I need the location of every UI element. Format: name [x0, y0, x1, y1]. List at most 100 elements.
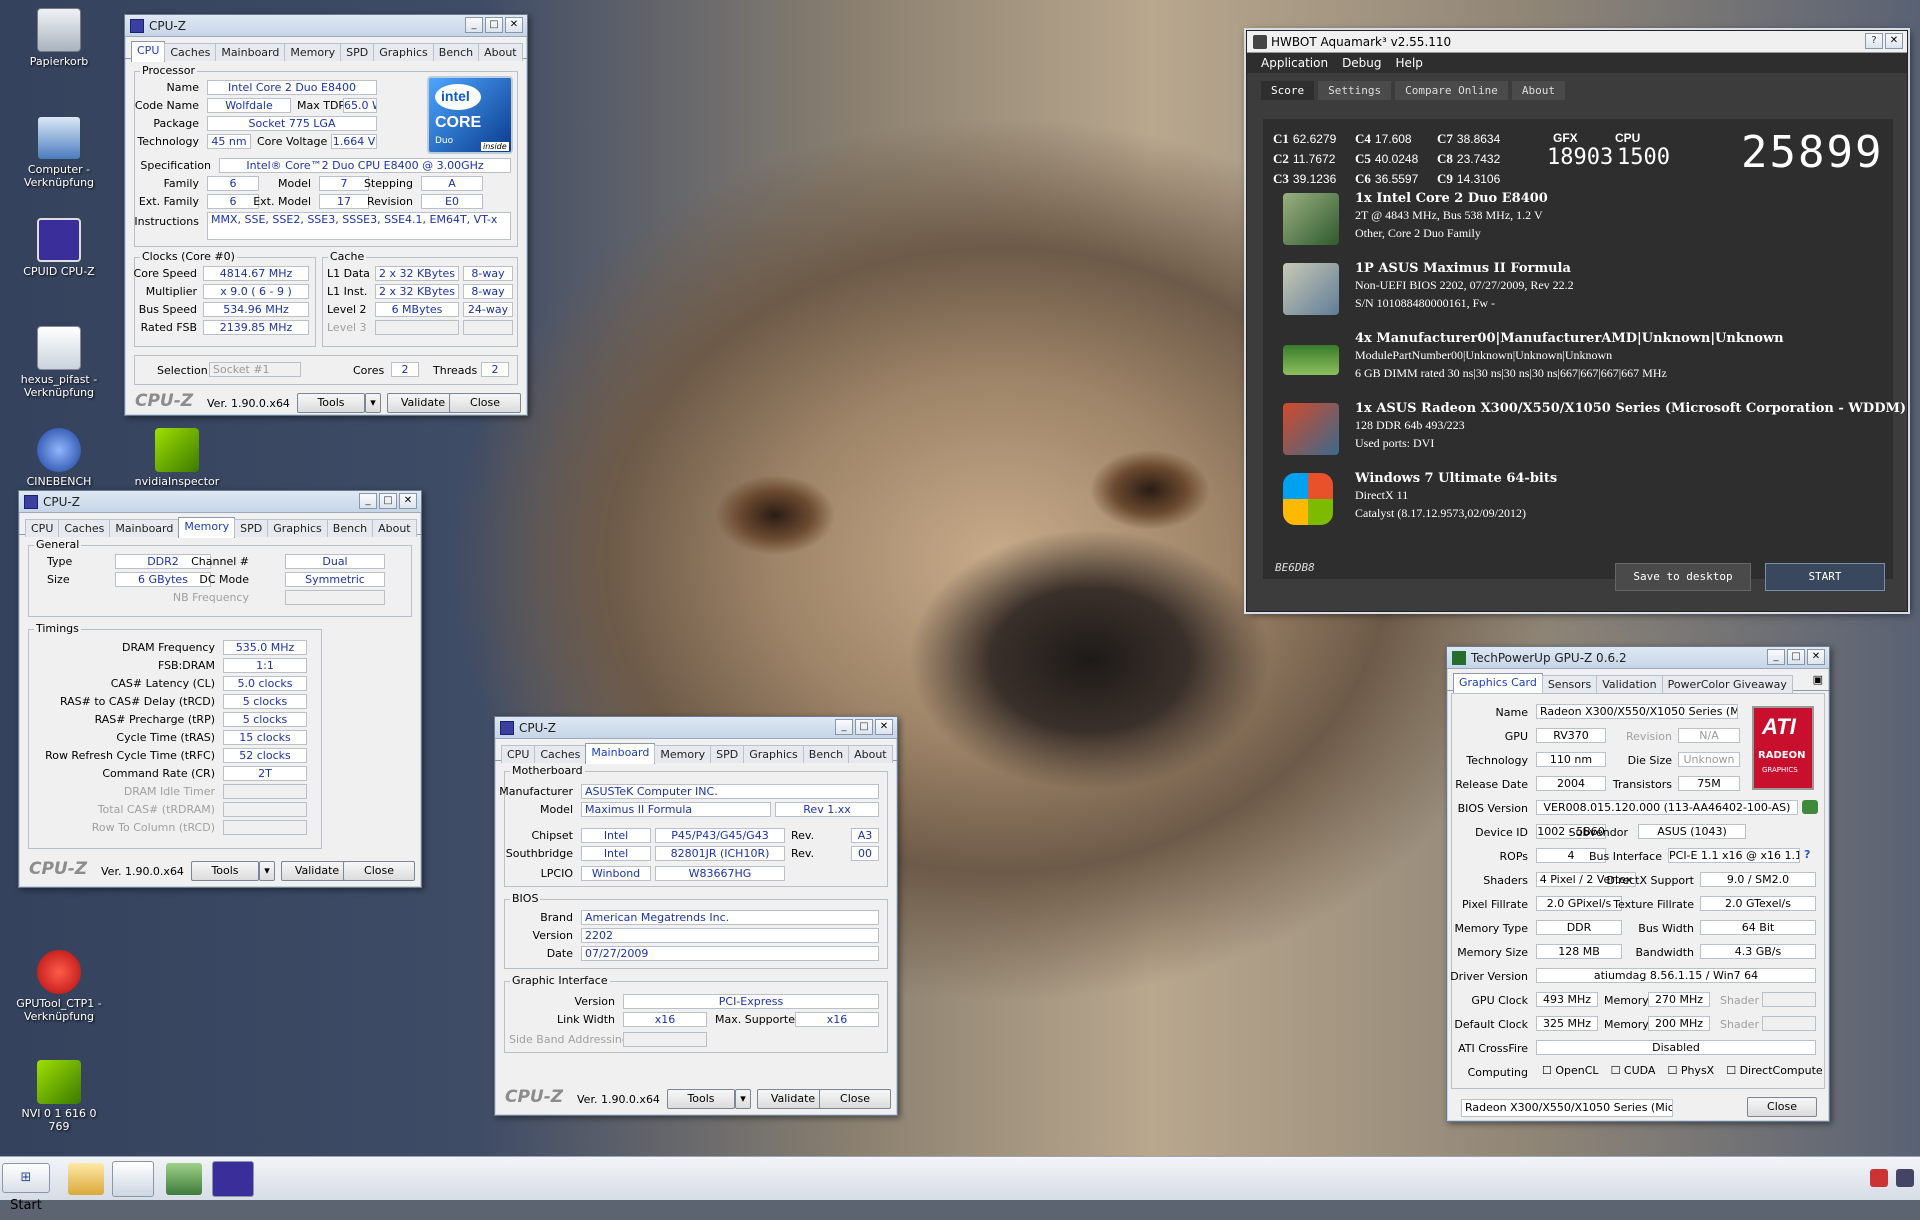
gi-version-value: PCI-Express	[623, 994, 879, 1009]
crossfire-label: ATI CrossFire	[1458, 1042, 1528, 1055]
save-to-desktop-button[interactable]: Save to desktop	[1615, 563, 1751, 591]
desktop-icon-recycle-bin[interactable]: Papierkorb	[14, 8, 104, 68]
maximize-button[interactable]: □	[485, 17, 503, 33]
tab-spd[interactable]: SPD	[710, 745, 745, 763]
tab-powercolor-giveaway[interactable]: PowerColor Giveaway	[1661, 675, 1793, 693]
tools-button[interactable]: Tools	[191, 861, 259, 881]
tab-score[interactable]: Score	[1261, 81, 1315, 100]
tray-icon[interactable]	[1896, 1169, 1914, 1187]
tab-memory[interactable]: Memory	[654, 745, 712, 763]
minimize-button[interactable]: _	[359, 493, 377, 509]
desktop-icon-computer[interactable]: Computer - Verknüpfung	[14, 116, 104, 189]
bios-save-icon[interactable]	[1802, 800, 1818, 814]
gpu-select-dropdown[interactable]: Radeon X300/X550/X1050 Series (Micro	[1461, 1099, 1673, 1117]
tab-memory[interactable]: Memory	[178, 517, 236, 538]
hw-line: 128 DDR 64b 493/223	[1355, 418, 1465, 432]
close-window-button[interactable]: ✕	[399, 493, 417, 509]
tools-dropdown-button[interactable]: ▾	[735, 1089, 751, 1109]
start-menu-button[interactable]: ⊞ Start	[2, 1163, 50, 1213]
tab-mainboard[interactable]: Mainboard	[585, 743, 656, 764]
physx-checkbox[interactable]: ☐ PhysX	[1667, 1064, 1714, 1077]
tab-caches[interactable]: Caches	[58, 519, 111, 537]
tab-compare-online[interactable]: Compare Online	[1395, 81, 1508, 100]
tab-mainboard[interactable]: Mainboard	[215, 43, 286, 61]
desktop-icon-nvi[interactable]: NVI 0 1 616 0 769	[14, 1060, 104, 1133]
menu-debug[interactable]: Debug	[1342, 56, 1381, 70]
subscore-item: C9 14.3106	[1437, 171, 1500, 187]
tab-about[interactable]: About	[1511, 81, 1565, 100]
tab-about[interactable]: About	[848, 745, 893, 763]
desktop-icon-pifast[interactable]: hexus_pifast - Verknüpfung	[14, 326, 104, 399]
explorer-taskbar-icon[interactable]	[68, 1163, 104, 1195]
tray-icon[interactable]	[1870, 1169, 1888, 1187]
close-window-button[interactable]: ✕	[505, 17, 523, 33]
window-titlebar[interactable]: CPU-Z _ □ ✕	[125, 15, 527, 37]
close-button[interactable]: Close	[1747, 1097, 1817, 1117]
cores-label: Cores	[353, 364, 385, 377]
camera-icon[interactable]: ▣	[1813, 673, 1823, 690]
maximize-button[interactable]: □	[379, 493, 397, 509]
cuda-checkbox[interactable]: ☐ CUDA	[1611, 1064, 1656, 1077]
minimize-button[interactable]: _	[465, 17, 483, 33]
tab-about[interactable]: About	[478, 43, 523, 61]
tools-button[interactable]: Tools	[667, 1089, 735, 1109]
bus-interface-help-icon[interactable]: ?	[1804, 848, 1810, 861]
tab-graphics[interactable]: Graphics	[267, 519, 328, 537]
desktop-icon-cpuz[interactable]: CPUID CPU-Z	[14, 218, 104, 278]
tab-about[interactable]: About	[372, 519, 417, 537]
close-button[interactable]: Close	[449, 393, 521, 413]
close-window-button[interactable]: ✕	[1885, 33, 1903, 49]
close-button[interactable]: Close	[343, 861, 415, 881]
tab-caches[interactable]: Caches	[164, 43, 217, 61]
gpuz-taskbar-icon[interactable]	[166, 1163, 202, 1195]
tab-graphics-card[interactable]: Graphics Card	[1453, 673, 1543, 694]
tab-cpu[interactable]: CPU	[131, 41, 166, 62]
menu-application[interactable]: Application	[1261, 56, 1328, 70]
tab-bench[interactable]: Bench	[802, 745, 850, 763]
tools-dropdown-button[interactable]: ▾	[259, 861, 275, 881]
dc-mode-label: DC Mode	[199, 573, 249, 586]
close-window-button[interactable]: ✕	[1807, 649, 1825, 665]
minimize-button[interactable]: _	[835, 719, 853, 735]
help-title-button[interactable]: ?	[1865, 33, 1883, 49]
tab-memory[interactable]: Memory	[284, 43, 342, 61]
tools-dropdown-button[interactable]: ▾	[365, 393, 381, 413]
menu-help[interactable]: Help	[1396, 56, 1423, 70]
tools-button[interactable]: Tools	[297, 393, 365, 413]
desktop-icon-gputool[interactable]: GPUTool_CTP1 - Verknüpfung	[14, 950, 104, 1023]
shaders-label: Shaders	[1483, 874, 1528, 887]
group-label: Cache	[328, 250, 367, 263]
close-window-button[interactable]: ✕	[875, 719, 893, 735]
tab-bench[interactable]: Bench	[326, 519, 374, 537]
tab-caches[interactable]: Caches	[534, 745, 587, 763]
cpuz-taskbar-icon[interactable]	[212, 1161, 254, 1197]
tab-validation[interactable]: Validation	[1596, 675, 1663, 693]
minimize-button[interactable]: _	[1767, 649, 1785, 665]
tab-spd[interactable]: SPD	[234, 519, 269, 537]
tab-sensors[interactable]: Sensors	[1541, 675, 1598, 693]
tab-cpu[interactable]: CPU	[25, 519, 60, 537]
tab-settings[interactable]: Settings	[1318, 81, 1392, 100]
socket-select[interactable]: Socket #1	[209, 362, 301, 377]
hwbot-taskbar-icon[interactable]	[112, 1161, 154, 1197]
voltage-value: 1.664 V	[331, 134, 377, 149]
opencl-checkbox[interactable]: ☐ OpenCL	[1542, 1064, 1599, 1077]
tab-bench[interactable]: Bench	[432, 43, 480, 61]
tab-graphics[interactable]: Graphics	[373, 43, 434, 61]
directcompute-checkbox[interactable]: ☐ DirectCompute	[1726, 1064, 1822, 1077]
start-button[interactable]: START	[1765, 563, 1885, 591]
model-revision: Rev 1.xx	[775, 802, 879, 817]
close-button[interactable]: Close	[819, 1089, 891, 1109]
maximize-button[interactable]: □	[855, 719, 873, 735]
maximize-button[interactable]: □	[1787, 649, 1805, 665]
window-titlebar[interactable]: CPU-Z _ □ ✕	[19, 491, 421, 513]
tab-graphics[interactable]: Graphics	[743, 745, 804, 763]
tab-mainboard[interactable]: Mainboard	[109, 519, 180, 537]
window-titlebar[interactable]: TechPowerUp GPU-Z 0.6.2 _ □ ✕	[1447, 647, 1829, 669]
window-titlebar[interactable]: HWBOT Aquamark³ v2.55.110 ? ✕	[1247, 31, 1907, 53]
channel-label: Channel #	[191, 555, 249, 568]
default-clock-label: Default Clock	[1454, 1018, 1528, 1031]
tab-spd[interactable]: SPD	[340, 43, 375, 61]
window-titlebar[interactable]: CPU-Z _ □ ✕	[495, 717, 897, 739]
tab-cpu[interactable]: CPU	[501, 745, 536, 763]
